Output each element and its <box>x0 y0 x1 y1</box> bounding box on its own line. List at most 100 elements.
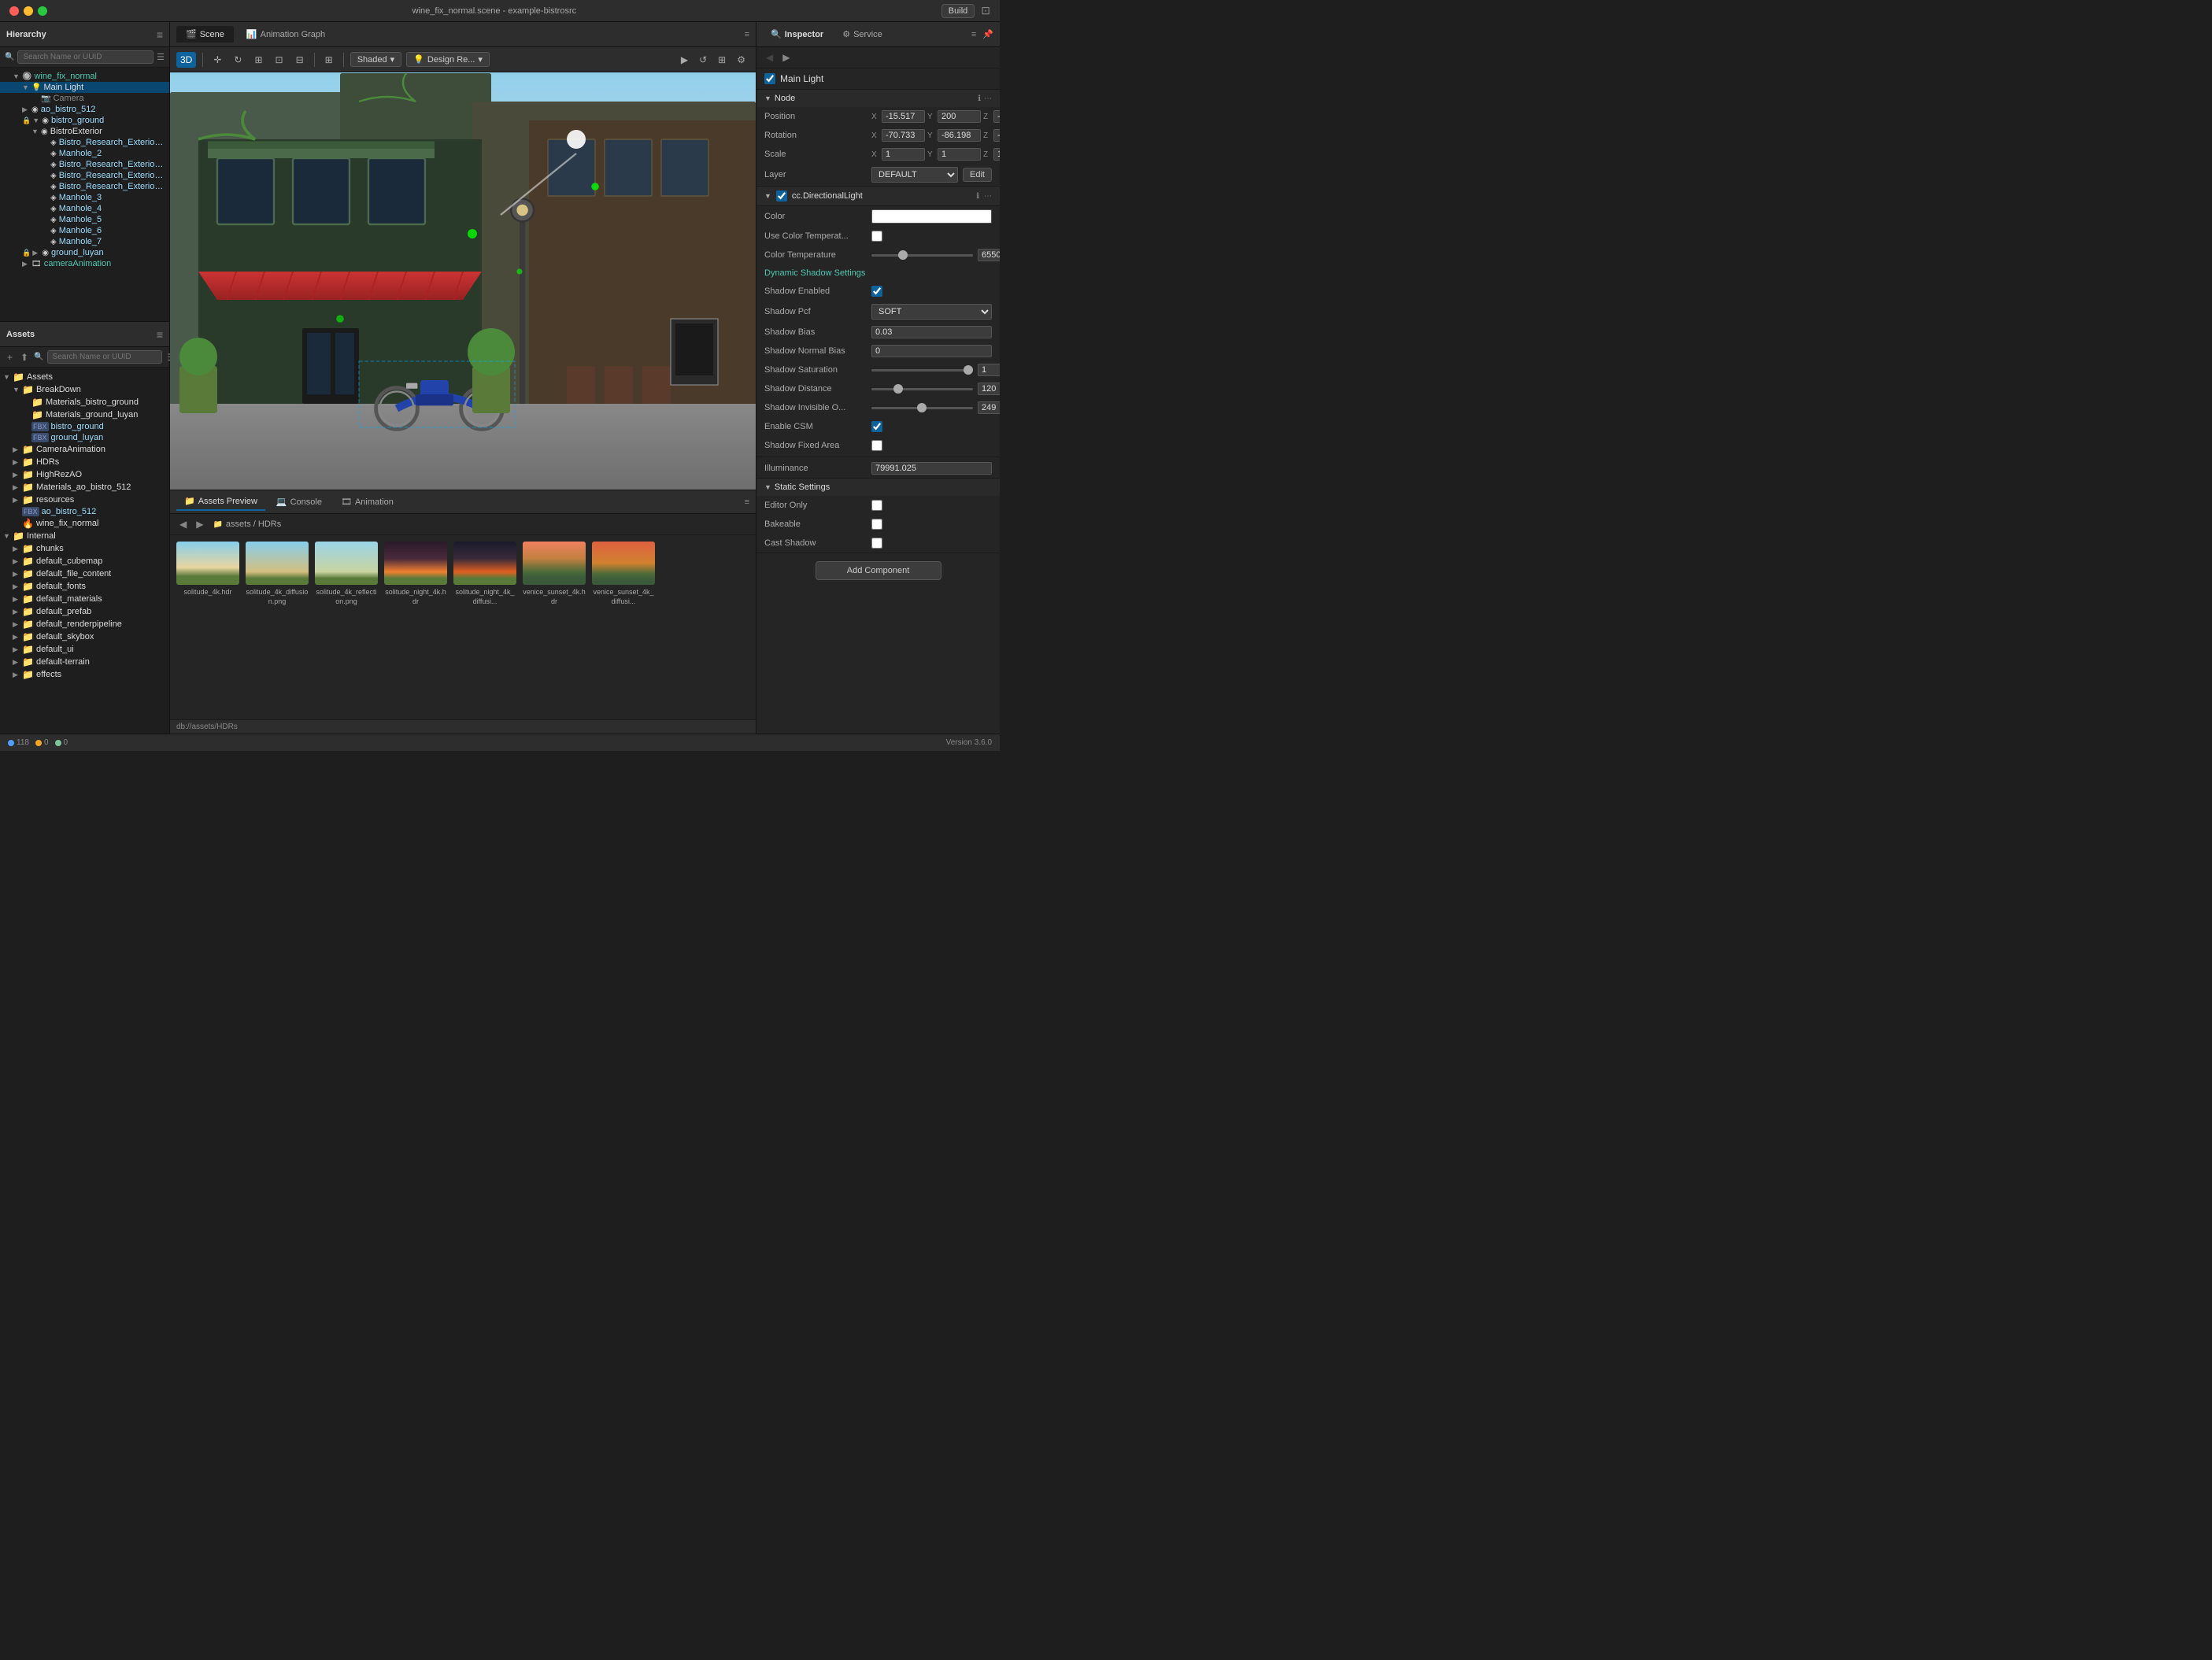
entity-enabled-checkbox[interactable] <box>764 73 775 84</box>
bakeable-checkbox[interactable] <box>871 519 882 530</box>
bistro-ground-fbx-item[interactable]: FBX bistro_ground <box>0 421 169 432</box>
position-z-input[interactable] <box>993 110 1000 123</box>
tab-animation-graph[interactable]: 📊 Animation Graph <box>237 26 335 43</box>
directional-light-header[interactable]: ▼ cc.DirectionalLight ℹ ⋯ <box>756 187 1000 206</box>
settings-button[interactable]: ⚙ <box>733 52 749 68</box>
add-component-button[interactable]: Add Component <box>816 561 941 580</box>
move-tool-button[interactable]: ✛ <box>209 52 225 68</box>
node-more-icon[interactable]: ⋯ <box>984 94 992 103</box>
tree-item-bistro-paris1[interactable]: ◈ Bistro_Research_Exterior_Paris_Street_… <box>0 137 169 148</box>
default-renderpipeline-item[interactable]: ▶ 📁 default_renderpipeline <box>0 618 169 630</box>
assets-search-input[interactable] <box>47 350 162 364</box>
add-asset-icon[interactable]: + <box>5 351 15 364</box>
high-rez-ao-item[interactable]: ▶ 📁 HighRezAO <box>0 468 169 481</box>
default-skybox-item[interactable]: ▶ 📁 default_skybox <box>0 630 169 643</box>
breakdown-item[interactable]: ▼ 📁 BreakDown <box>0 383 169 396</box>
tree-item-camera-animation[interactable]: ▶ 🎞 cameraAnimation <box>0 258 169 269</box>
3d-mode-button[interactable]: 3D <box>176 52 196 68</box>
back-arrow-icon[interactable]: ◀ <box>176 517 190 531</box>
shadow-invisible-slider[interactable] <box>871 407 973 409</box>
asset-item-venice-sunset-hdr[interactable]: venice_sunset_4k.hdr <box>523 542 586 606</box>
editor-only-checkbox[interactable] <box>871 500 882 511</box>
ground-luyan-fbx-item[interactable]: FBX ground_luyan <box>0 432 169 443</box>
hierarchy-filter-icon[interactable]: ☰ <box>157 52 165 62</box>
default-materials-item[interactable]: ▶ 📁 default_materials <box>0 593 169 605</box>
chunks-item[interactable]: ▶ 📁 chunks <box>0 542 169 555</box>
cast-shadow-checkbox[interactable] <box>871 538 882 549</box>
shadow-invisible-input[interactable] <box>978 401 1000 414</box>
shadow-enabled-checkbox[interactable] <box>871 286 882 297</box>
scene-viewport[interactable] <box>170 72 756 490</box>
forward-arrow-icon[interactable]: ▶ <box>193 517 206 531</box>
bottom-tabs-menu-icon[interactable]: ≡ <box>745 497 749 507</box>
node-section-header[interactable]: ▼ Node ℹ ⋯ <box>756 90 1000 107</box>
dynamic-shadow-settings-link[interactable]: Dynamic Shadow Settings <box>756 264 1000 282</box>
shadow-bias-input[interactable] <box>871 326 992 338</box>
shadow-distance-slider[interactable] <box>871 388 973 390</box>
tab-console[interactable]: 💻 Console <box>268 494 330 510</box>
position-x-input[interactable] <box>882 110 925 123</box>
hierarchy-menu-icon[interactable]: ≡ <box>157 28 163 41</box>
inspector-menu-icon[interactable]: ≡ <box>971 30 976 39</box>
grid-button[interactable]: ⊞ <box>714 52 730 68</box>
ao-bistro-fbx-item[interactable]: FBX ao_bistro_512 <box>0 506 169 517</box>
tree-item-bistro-paris2[interactable]: ◈ Bistro_Research_Exterior_Paris_Street_… <box>0 159 169 170</box>
tree-item-bistro-paris3[interactable]: ◈ Bistro_Research_Exterior_Paris_Street_… <box>0 170 169 181</box>
tree-item-ao-bistro[interactable]: ▶ ◉ ao_bistro_512 <box>0 104 169 115</box>
tab-scene[interactable]: 🎬 Scene <box>176 26 234 43</box>
shadow-fixed-area-checkbox[interactable] <box>871 440 882 451</box>
use-color-temp-checkbox[interactable] <box>871 231 882 242</box>
pin-icon[interactable]: 📌 <box>982 29 993 39</box>
tree-item-manhole4[interactable]: ◈ Manhole_4 <box>0 203 169 214</box>
asset-item-solitude-hdr[interactable]: solitude_4k.hdr <box>176 542 239 606</box>
design-re-dropdown[interactable]: 💡 Design Re... ▾ <box>406 52 490 67</box>
shaded-dropdown[interactable]: Shaded ▾ <box>350 52 401 67</box>
tree-item-manhole2[interactable]: ◈ Manhole_2 <box>0 148 169 159</box>
default-fonts-item[interactable]: ▶ 📁 default_fonts <box>0 580 169 593</box>
assets-menu-icon[interactable]: ≡ <box>157 328 163 341</box>
close-button[interactable] <box>9 6 19 16</box>
hdrs-item[interactable]: ▶ 📁 HDRs <box>0 456 169 468</box>
static-settings-header[interactable]: ▼ Static Settings <box>756 479 1000 496</box>
play-button[interactable]: ▶ <box>677 52 692 68</box>
component-more-icon[interactable]: ⋯ <box>984 192 992 201</box>
scene-tabs-menu-icon[interactable]: ≡ <box>745 30 749 39</box>
transform-tool-button[interactable]: ⊡ <box>272 52 287 68</box>
shadow-saturation-input[interactable] <box>978 364 1000 376</box>
tree-item-wine-fix-normal[interactable]: ▼ 🔘 wine_fix_normal <box>0 71 169 82</box>
tree-item-manhole3[interactable]: ◈ Manhole_3 <box>0 192 169 203</box>
minimize-button[interactable] <box>24 6 33 16</box>
scale-tool-button[interactable]: ⊞ <box>250 52 266 68</box>
tab-inspector[interactable]: 🔍 Inspector <box>763 26 831 43</box>
node-info-icon[interactable]: ℹ <box>978 94 981 103</box>
default-prefab-item[interactable]: ▶ 📁 default_prefab <box>0 605 169 618</box>
effects-item[interactable]: ▶ 📁 effects <box>0 668 169 681</box>
tree-item-manhole6[interactable]: ◈ Manhole_6 <box>0 225 169 236</box>
forward-nav-icon[interactable]: ▶ <box>779 50 793 65</box>
asset-item-solitude-diffusion[interactable]: solitude_4k_diffusion.png <box>246 542 309 606</box>
tab-service[interactable]: ⚙ Service <box>834 26 890 43</box>
build-button[interactable]: Build <box>941 4 975 18</box>
tree-item-main-light[interactable]: ▼ 💡 Main Light <box>0 82 169 93</box>
tree-item-ground-luyan[interactable]: 🔒 ▶ ◉ ground_luyan <box>0 247 169 258</box>
scale-z-input[interactable] <box>993 148 1000 161</box>
rect-tool-button[interactable]: ⊟ <box>292 52 308 68</box>
shadow-saturation-slider[interactable] <box>871 369 973 372</box>
snap-button[interactable]: ⊞ <box>321 52 337 68</box>
illuminance-input[interactable] <box>871 462 992 475</box>
rotation-y-input[interactable] <box>938 129 981 142</box>
tree-item-camera[interactable]: 📷 Camera <box>0 93 169 104</box>
color-temp-slider[interactable] <box>871 254 973 257</box>
shadow-distance-input[interactable] <box>978 383 1000 395</box>
asset-item-solitude-reflection[interactable]: solitude_4k_reflection.png <box>315 542 378 606</box>
back-nav-icon[interactable]: ◀ <box>763 50 776 65</box>
materials-ground-item[interactable]: 📁 Materials_ground_luyan <box>0 409 169 421</box>
default-cubemap-item[interactable]: ▶ 📁 default_cubemap <box>0 555 169 568</box>
scale-x-input[interactable] <box>882 148 925 161</box>
scale-y-input[interactable] <box>938 148 981 161</box>
default-file-content-item[interactable]: ▶ 📁 default_file_content <box>0 568 169 580</box>
tab-assets-preview[interactable]: 📁 Assets Preview <box>176 493 265 511</box>
asset-item-solitude-night-diffusi[interactable]: solitude_night_4k_diffusi... <box>453 542 516 606</box>
resources-item[interactable]: ▶ 📁 resources <box>0 494 169 506</box>
internal-item[interactable]: ▼ 📁 Internal <box>0 530 169 542</box>
